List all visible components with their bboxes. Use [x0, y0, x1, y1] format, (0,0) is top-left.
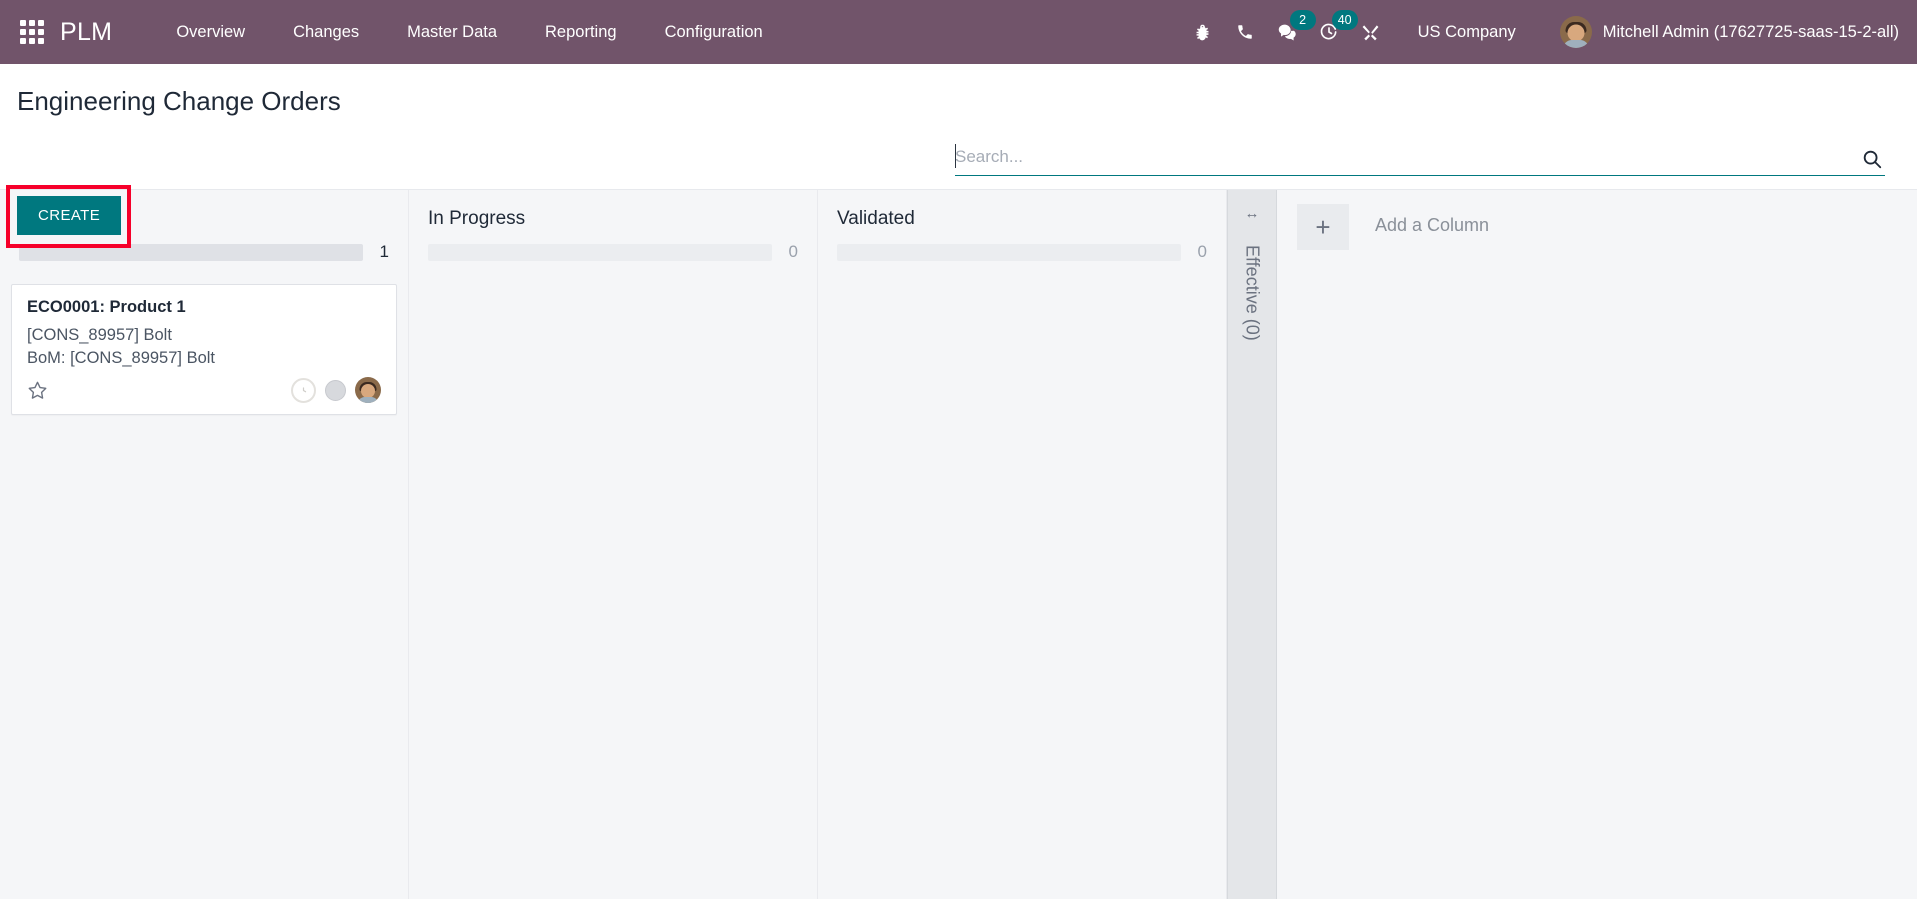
card-footer: [27, 377, 381, 403]
column-count: 0: [788, 242, 798, 261]
control-panel: Engineering Change Orders CREATE Filters: [0, 64, 1917, 248]
kanban-board: New 1 ECO0001: Product 1 [CONS_89957] Bo…: [0, 190, 1917, 899]
column-title: In Progress: [428, 208, 526, 229]
column-header: In Progress: [420, 190, 806, 230]
app-brand-plm[interactable]: PLM: [60, 18, 112, 47]
star-outline-icon[interactable]: [27, 380, 48, 401]
create-button[interactable]: CREATE: [17, 196, 122, 235]
avatar: [1559, 16, 1592, 48]
kanban-column-new[interactable]: New 1 ECO0001: Product 1 [CONS_89957] Bo…: [0, 190, 409, 899]
add-column-area: + Add a Column: [1277, 190, 1917, 899]
progress-track[interactable]: [428, 243, 772, 261]
menu-item-changes[interactable]: Changes: [269, 0, 383, 64]
add-column-button[interactable]: +: [1297, 204, 1349, 250]
search-bar: [955, 144, 1885, 176]
kanban-column-effective-folded[interactable]: ↔ Effective (0): [1227, 190, 1277, 899]
column-progressbar: 0: [829, 230, 1215, 262]
progress-track[interactable]: [837, 243, 1181, 261]
column-count: 0: [1197, 242, 1207, 261]
search-input[interactable]: [955, 144, 1853, 170]
messages-icon[interactable]: 2: [1266, 0, 1316, 64]
user-avatar[interactable]: [355, 377, 381, 403]
user-name-label: Mitchell Admin (17627725-saas-15-2-all): [1602, 22, 1899, 41]
column-title: Validated: [837, 208, 915, 229]
add-column-label[interactable]: Add a Column: [1375, 215, 1489, 236]
column-count: 1: [379, 242, 389, 261]
page-title: Engineering Change Orders: [17, 86, 341, 116]
clock-icon[interactable]: [291, 377, 316, 403]
card-product: [CONS_89957] Bolt: [27, 326, 172, 344]
kanban-column-in-progress[interactable]: In Progress 0: [409, 190, 818, 899]
navbar-systray: 2 40 US Company Mitchell Admin (17627725…: [1182, 0, 1917, 64]
progress-track[interactable]: [19, 243, 363, 261]
card-badges: [291, 377, 381, 403]
expand-horizontal-icon[interactable]: ↔: [1245, 206, 1260, 221]
menu-item-master-data[interactable]: Master Data: [383, 0, 521, 64]
user-menu[interactable]: Mitchell Admin (17627725-saas-15-2-all): [1538, 16, 1899, 48]
column-header: Validated: [829, 190, 1215, 230]
kanban-column-validated[interactable]: Validated 0: [818, 190, 1227, 899]
bug-icon[interactable]: [1182, 0, 1224, 64]
folded-column-label: Effective (0): [1242, 245, 1263, 341]
menu-item-configuration[interactable]: Configuration: [641, 0, 787, 64]
menu-item-overview[interactable]: Overview: [152, 0, 269, 64]
status-dot-icon[interactable]: [325, 379, 346, 401]
activities-clock-icon[interactable]: 40: [1308, 0, 1358, 64]
main-menu: Overview Changes Master Data Reporting C…: [152, 0, 786, 64]
menu-item-reporting[interactable]: Reporting: [521, 0, 641, 64]
apps-grid-icon[interactable]: [18, 18, 46, 46]
kanban-card[interactable]: ECO0001: Product 1 [CONS_89957] Bolt BoM…: [11, 284, 397, 415]
search-caret: [955, 144, 956, 168]
tools-wrench-icon[interactable]: [1350, 0, 1392, 64]
top-navbar: PLM Overview Changes Master Data Reporti…: [0, 0, 1917, 64]
phone-icon[interactable]: [1224, 0, 1266, 64]
column-progressbar: 0: [420, 230, 806, 262]
company-selector[interactable]: US Company: [1392, 23, 1538, 42]
search-icon[interactable]: [1853, 148, 1885, 170]
card-title: ECO0001: Product 1: [27, 298, 186, 316]
card-bom: BoM: [CONS_89957] Bolt: [27, 349, 216, 367]
